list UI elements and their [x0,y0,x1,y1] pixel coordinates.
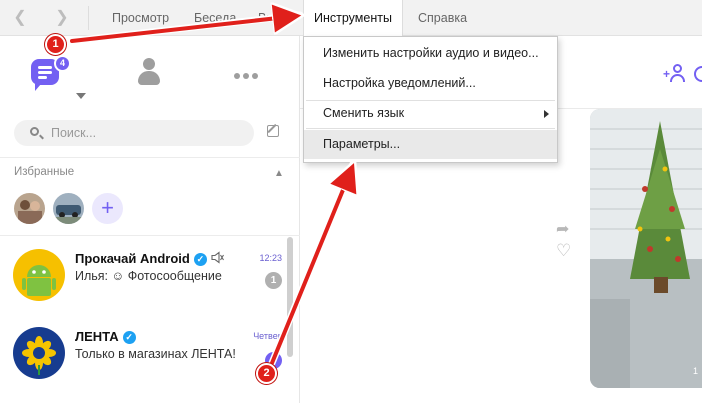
chevron-right-icon [544,110,549,118]
menu-item-change-language[interactable]: Сменить язык [304,99,557,128]
menu-tools[interactable]: Инструменты [303,0,403,37]
add-favorite-button[interactable]: + [92,193,123,224]
search-placeholder: Поиск... [51,126,97,140]
chat-last-message: Только в магазинах ЛЕНТА! [75,347,236,361]
menu-separator [306,128,555,129]
chevron-right-icon[interactable]: ❯ [52,8,72,28]
list-item[interactable]: ЛЕНТА ✓ Только в магазинах ЛЕНТА! Четверг [0,316,286,396]
divider [0,235,300,236]
photo-time: 1 [693,366,699,376]
chat-last-message: Илья: ☺ Фотосообщение [75,269,222,283]
favorite-avatar[interactable] [14,193,45,224]
forward-icon[interactable]: ➦ [556,219,569,239]
menu-separator [88,6,89,30]
more-icon[interactable] [234,66,261,79]
verified-icon: ✓ [193,253,207,266]
chats-unread-badge: 4 [54,55,71,72]
heart-icon[interactable]: ♡ [556,241,571,261]
chat-time: 12:23 [259,253,282,263]
photo-message[interactable] [590,109,702,388]
chat-name-text: ЛЕНТА [75,329,119,344]
contacts-icon[interactable] [137,58,161,86]
compose-icon[interactable] [267,125,279,137]
sidebar: 4 Поиск... Избранные ▲ + Прокачай Androi… [0,36,300,403]
add-user-icon[interactable]: + [663,62,687,84]
scrollbar[interactable] [287,237,293,357]
chevron-left-icon[interactable]: ❮ [10,8,30,28]
verified-icon: ✓ [122,331,136,344]
avatar [13,327,65,379]
menu-conversation[interactable]: Беседа [184,0,246,36]
menu-help[interactable]: Справка [408,0,477,36]
chat-time: Четверг [253,331,286,341]
chat-name-text: Прокачай Android [75,251,190,266]
divider [0,157,300,158]
menu-item-settings[interactable]: Параметры... [304,130,557,159]
menu-call[interactable]: Вызов [248,0,298,36]
search-icon [30,127,39,136]
list-item[interactable]: Прокачай Android ✓ Илья: ☺ Фотосообщение … [0,238,286,318]
tools-menu: Изменить настройки аудио и видео... Наст… [303,36,558,163]
search-input[interactable]: Поиск... [14,120,254,146]
chat-name: Прокачай Android ✓ [75,251,224,266]
mute-icon [211,251,224,264]
chevron-up-icon[interactable]: ▲ [274,168,284,179]
menu-bar: ❮ ❯ Просмотр Беседа Вызов Инструменты Сп… [0,0,702,37]
unread-badge: 1 [265,272,282,289]
step-marker-2: 2 [256,363,277,384]
menu-item-notifications[interactable]: Настройка уведомлений... [304,69,557,98]
menu-item-label: Сменить язык [323,106,405,120]
step-marker-1: 1 [45,34,66,55]
info-icon[interactable] [694,66,702,82]
chevron-down-icon[interactable] [76,93,86,99]
avatar [13,249,65,301]
menu-item-audio-video[interactable]: Изменить настройки аудио и видео... [304,39,557,68]
favorites-label: Избранные [14,166,75,178]
favorite-avatar[interactable] [53,193,84,224]
chat-name: ЛЕНТА ✓ [75,329,136,344]
menu-view[interactable]: Просмотр [102,0,179,36]
